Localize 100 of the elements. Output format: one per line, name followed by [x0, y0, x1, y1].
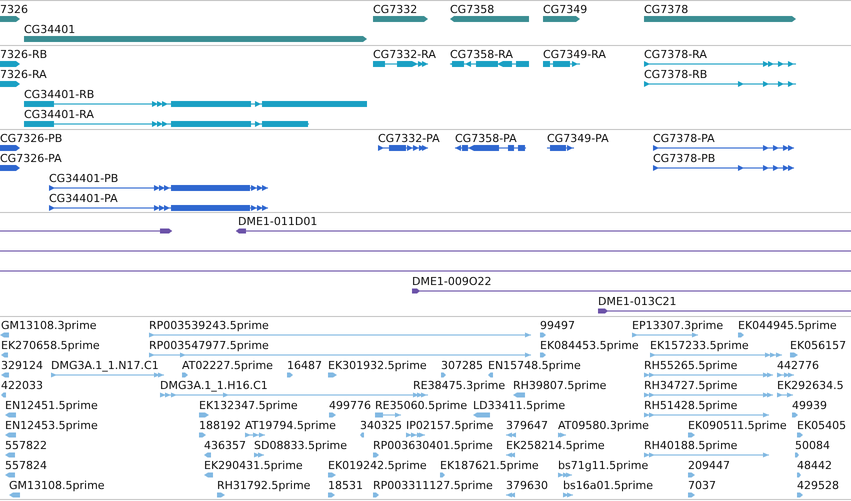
feature-glyph[interactable]	[49, 204, 268, 212]
feature-glyph[interactable]	[455, 144, 526, 152]
feature-label[interactable]: EK044945.5prime	[738, 319, 837, 332]
feature-glyph[interactable]	[547, 144, 574, 152]
feature-label[interactable]: 7326-RA	[0, 68, 47, 81]
feature-label[interactable]: 499776	[329, 399, 371, 412]
feature-glyph[interactable]	[0, 164, 20, 172]
feature-label[interactable]: EN15748.5prime	[488, 359, 581, 372]
feature-glyph[interactable]	[598, 307, 851, 315]
feature-label[interactable]: DMG3A.1_1.H16.C1	[160, 379, 268, 392]
feature-glyph[interactable]	[653, 144, 794, 152]
feature-label[interactable]: CG34401-PA	[49, 192, 118, 205]
feature-label[interactable]: AT02227.5prime	[182, 359, 273, 372]
feature-glyph[interactable]	[0, 80, 20, 88]
feature-label[interactable]: EK301932.5prime	[328, 359, 427, 372]
feature-label[interactable]: 49939	[792, 399, 827, 412]
feature-label[interactable]: RE38475.3prime	[413, 379, 506, 392]
feature-label[interactable]: EK056157	[790, 339, 846, 352]
feature-label[interactable]: AT19794.5prime	[245, 419, 336, 432]
feature-label[interactable]: CG7332	[373, 3, 418, 16]
feature-label[interactable]: CG7349-PA	[547, 132, 609, 145]
feature-label[interactable]: AT09580.3prime	[558, 419, 649, 432]
feature-glyph[interactable]	[373, 15, 428, 23]
feature-label[interactable]: 7326-RB	[0, 48, 48, 61]
feature-label[interactable]: CG7358	[450, 3, 494, 16]
feature-glyph[interactable]	[412, 287, 851, 295]
feature-label[interactable]: EK292634.5	[777, 379, 844, 392]
feature-label[interactable]: EK019242.5prime	[328, 459, 427, 472]
feature-label[interactable]: RP003547977.5prime	[149, 339, 269, 352]
feature-label[interactable]: LD33411.5prime	[473, 399, 566, 412]
feature-label[interactable]: 50084	[795, 439, 830, 452]
feature-label[interactable]: CG7378-PB	[653, 152, 716, 165]
feature-glyph[interactable]	[378, 144, 428, 152]
feature-label[interactable]: EP13307.3prime	[632, 319, 724, 332]
feature-glyph[interactable]	[543, 15, 580, 23]
feature-label[interactable]: CG7349	[543, 3, 588, 16]
feature-label[interactable]: 48442	[797, 459, 832, 472]
feature-label[interactable]: EK270658.5prime	[1, 339, 100, 352]
feature-glyph[interactable]	[644, 80, 796, 88]
feature-label[interactable]: RH39807.5prime	[513, 379, 606, 392]
feature-glyph[interactable]	[0, 227, 172, 235]
feature-label[interactable]: 307285	[441, 359, 483, 372]
feature-label[interactable]: 209447	[688, 459, 730, 472]
feature-glyph[interactable]	[543, 60, 580, 68]
feature-label[interactable]: EN12451.5prime	[5, 399, 98, 412]
feature-label[interactable]: bs71g11.5prime	[558, 459, 648, 472]
feature-label[interactable]: CG7332-RA	[373, 48, 436, 61]
feature-label[interactable]: RP003539243.5prime	[149, 319, 269, 332]
feature-label[interactable]: 429528	[797, 479, 839, 492]
feature-label[interactable]: RE35060.5prime	[375, 399, 468, 412]
feature-glyph[interactable]	[644, 15, 796, 23]
feature-label[interactable]: 18531	[328, 479, 363, 492]
feature-label[interactable]: EK187621.5prime	[440, 459, 539, 472]
feature-label[interactable]: DME1-009O22	[412, 275, 492, 288]
feature-label[interactable]: EK05405	[797, 419, 846, 432]
feature-label[interactable]: RP003311127.5prime	[373, 479, 493, 492]
feature-label[interactable]: 379630	[506, 479, 548, 492]
feature-label[interactable]: RH51428.5prime	[644, 399, 738, 412]
feature-label[interactable]: DMG3A.1_1.N17.C1	[51, 359, 159, 372]
feature-label[interactable]: 7037	[688, 479, 716, 492]
feature-label[interactable]: 329124	[1, 359, 43, 372]
feature-label[interactable]: CG34401-RB	[24, 88, 94, 101]
feature-glyph[interactable]	[0, 144, 20, 152]
feature-label[interactable]: RH40188.5prime	[644, 439, 738, 452]
feature-label[interactable]: EK258214.5prime	[506, 439, 605, 452]
feature-label[interactable]: CG7378-RA	[644, 48, 707, 61]
feature-label[interactable]: bs16a01.5prime	[563, 479, 653, 492]
feature-glyph[interactable]	[0, 60, 20, 68]
feature-label[interactable]: GM13108.5prime	[9, 479, 105, 492]
feature-label[interactable]: RH55265.5prime	[644, 359, 738, 372]
feature-glyph[interactable]	[373, 60, 428, 68]
feature-label[interactable]: 340325	[360, 419, 402, 432]
feature-label[interactable]: SD08833.5prime	[254, 439, 347, 452]
feature-label[interactable]: CG7378	[644, 3, 688, 16]
feature-label[interactable]: 422033	[1, 379, 43, 392]
feature-label[interactable]: 7326	[0, 3, 28, 16]
feature-label[interactable]: 16487	[287, 359, 322, 372]
feature-label[interactable]: RP003630401.5prime	[373, 439, 493, 452]
feature-label[interactable]: DME1-011D01	[238, 215, 318, 228]
feature-label[interactable]: DME1-013C21	[598, 295, 677, 308]
feature-label[interactable]: 557822	[5, 439, 47, 452]
feature-label[interactable]: CG7349-RA	[543, 48, 606, 61]
feature-label[interactable]: 99497	[540, 319, 575, 332]
feature-label[interactable]: CG7358-RA	[450, 48, 513, 61]
feature-label[interactable]: RH34727.5prime	[644, 379, 738, 392]
feature-label[interactable]: EK090511.5prime	[688, 419, 787, 432]
feature-label[interactable]: 442776	[777, 359, 819, 372]
feature-label[interactable]: EK157233.5prime	[650, 339, 749, 352]
feature-label[interactable]: EN12453.5prime	[5, 419, 98, 432]
feature-glyph[interactable]	[24, 35, 367, 43]
feature-glyph[interactable]	[24, 100, 367, 108]
feature-label[interactable]: CG7378-PA	[653, 132, 715, 145]
feature-glyph[interactable]	[644, 60, 796, 68]
feature-glyph[interactable]	[653, 164, 794, 172]
feature-glyph[interactable]	[0, 15, 20, 23]
feature-glyph[interactable]	[24, 120, 309, 128]
feature-glyph[interactable]	[49, 184, 268, 192]
feature-label[interactable]: IP02157.5prime	[406, 419, 494, 432]
feature-glyph[interactable]	[236, 227, 851, 235]
feature-label[interactable]: GM13108.3prime	[1, 319, 97, 332]
